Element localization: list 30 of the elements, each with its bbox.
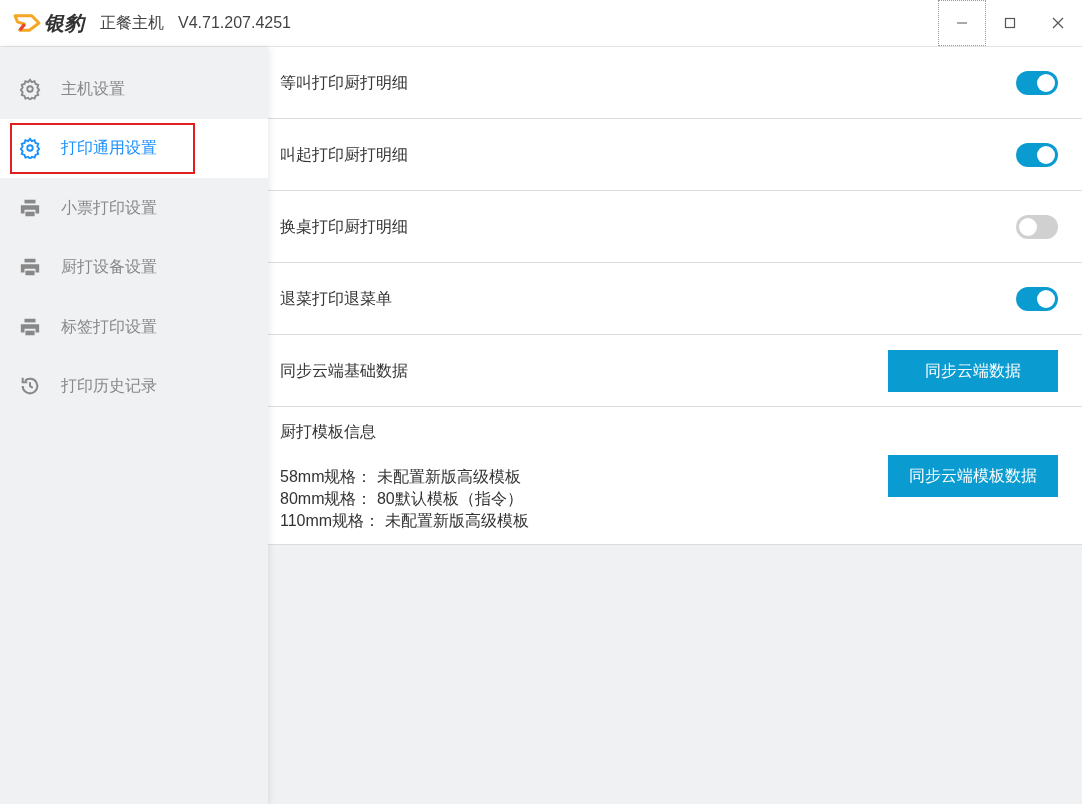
- toggle-switch[interactable]: [1016, 142, 1058, 167]
- setting-label: 等叫打印厨打明细: [280, 72, 408, 93]
- gear-icon: [19, 77, 41, 100]
- setting-label: 叫起打印厨打明细: [280, 144, 408, 165]
- template-info-line: 58mm规格： 未配置新版高级模板: [280, 466, 522, 487]
- section-title: 厨打模板信息: [280, 421, 377, 442]
- setting-label: 同步云端基础数据: [280, 360, 408, 381]
- sync-button[interactable]: 同步云端数据: [888, 349, 1058, 392]
- sidebar-item[interactable]: 小票打印设置: [10, 182, 195, 234]
- window-title: 正餐主机: [100, 13, 164, 33]
- logo-icon: [12, 11, 42, 35]
- template-info-line: 110mm规格： 未配置新版高级模板: [280, 510, 529, 531]
- logo-text: 银豹: [44, 11, 84, 36]
- sync-button[interactable]: 同步云端模板数据: [888, 454, 1058, 497]
- minimize-button[interactable]: [938, 0, 986, 46]
- setting-label: 退菜打印退菜单: [280, 288, 392, 309]
- gear-icon: [19, 137, 41, 160]
- sidebar-item[interactable]: 打印历史记录: [10, 360, 195, 412]
- sidebar-item[interactable]: 厨打设备设置: [10, 241, 195, 293]
- toggle-switch[interactable]: [1016, 286, 1058, 311]
- maximize-icon: [1004, 17, 1016, 29]
- sidebar-item[interactable]: 打印通用设置: [10, 122, 195, 174]
- setting-label: 换桌打印厨打明细: [280, 216, 408, 237]
- toggle-switch[interactable]: [1016, 70, 1058, 95]
- sidebar-item[interactable]: 主机设置: [10, 63, 195, 115]
- toggle-switch[interactable]: [1016, 214, 1058, 239]
- version-text: V4.71.207.4251: [178, 13, 291, 33]
- sidebar-item[interactable]: 标签打印设置: [10, 301, 195, 353]
- template-info-line: 80mm规格： 80默认模板（指令）: [280, 488, 524, 509]
- close-icon: [1052, 17, 1064, 29]
